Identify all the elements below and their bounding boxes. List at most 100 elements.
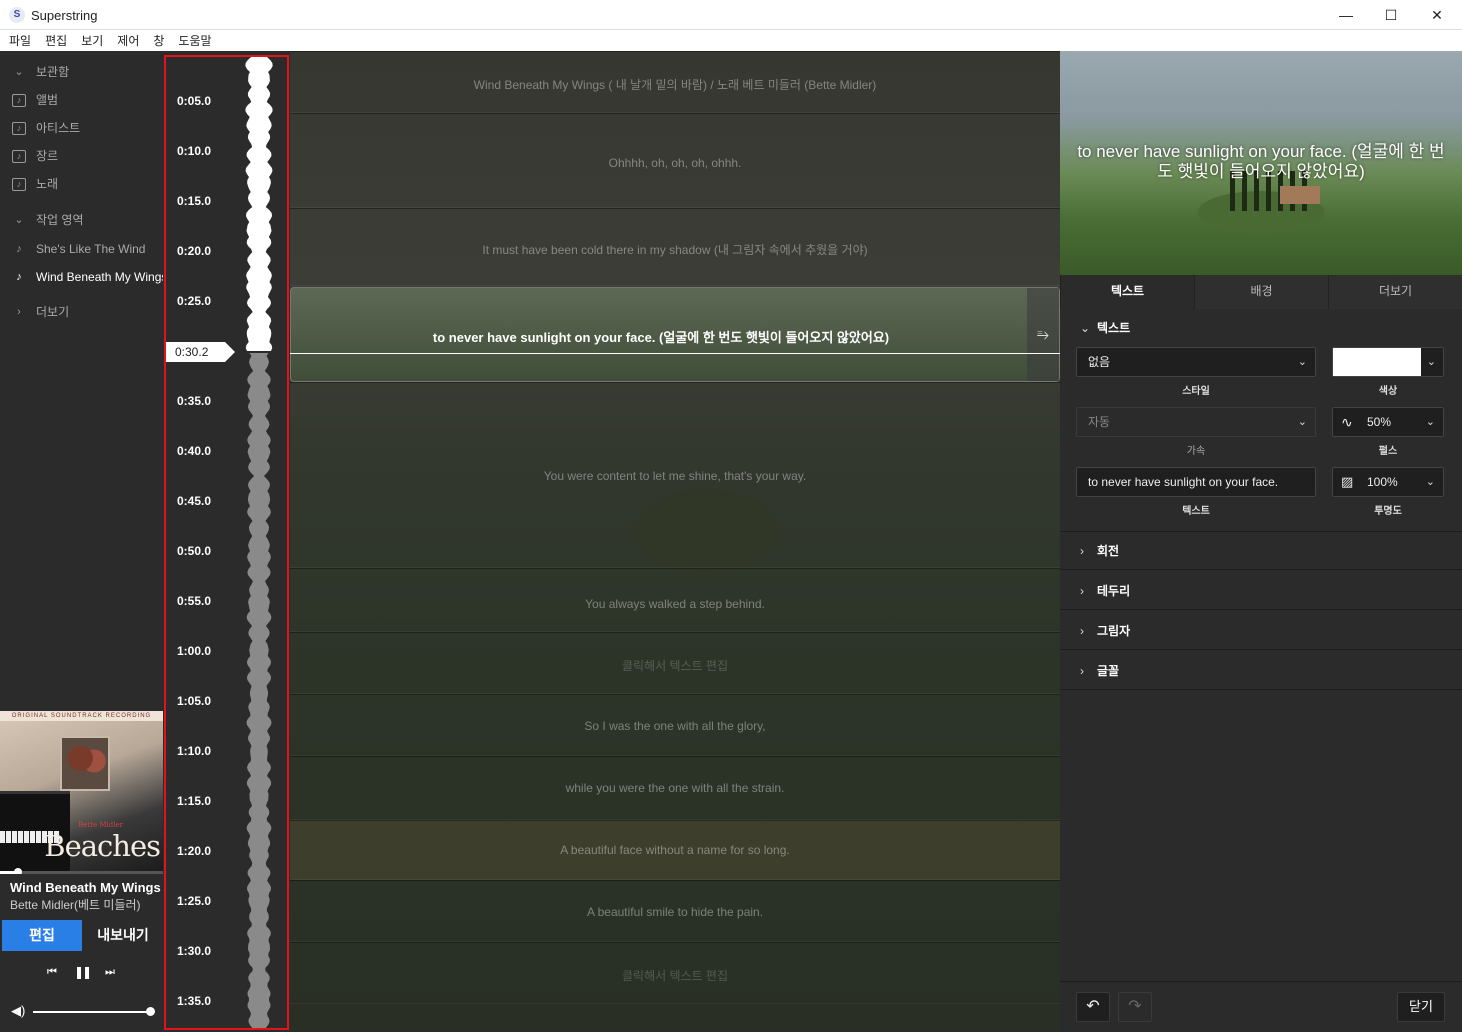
menu-help[interactable]: 도움말: [173, 30, 216, 49]
color-picker[interactable]: ⌄: [1332, 347, 1444, 377]
pause-button[interactable]: ❚❚: [72, 962, 92, 982]
tab-background[interactable]: 배경: [1194, 275, 1328, 309]
sidebar-section-library[interactable]: ⌄ 보관함: [0, 59, 163, 85]
active-lyric-text[interactable]: to never have sunlight on your face. (얼굴…: [291, 327, 1031, 346]
waveform-played: [245, 57, 273, 351]
text-label: 텍스트: [1182, 506, 1210, 517]
lyric-block[interactable]: So I was the one with all the glory,: [290, 694, 1060, 756]
lyric-block[interactable]: A beautiful smile to hide the pain.: [290, 880, 1060, 942]
tab-more[interactable]: 더보기: [1328, 275, 1462, 309]
next-track-button[interactable]: ⏭: [100, 962, 120, 982]
preview-house-image: [1280, 186, 1320, 204]
volume-slider[interactable]: [33, 1011, 150, 1013]
lyric-text[interactable]: You were content to let me shine, that's…: [290, 469, 1060, 483]
previous-track-button[interactable]: ⏮: [42, 962, 62, 982]
style-select-value: 없음: [1088, 355, 1111, 369]
sidebar-item-songs[interactable]: ♪ 노래: [0, 171, 163, 197]
lyric-text[interactable]: A beautiful smile to hide the pain.: [290, 905, 1060, 919]
section-border-header[interactable]: › 테두리: [1060, 572, 1462, 610]
section-rotation-header[interactable]: › 회전: [1060, 532, 1462, 570]
waveform-timeline[interactable]: 0:05.0 0:10.0 0:15.0 0:20.0 0:25.0 0:35.0 0:40…: [163, 51, 290, 1032]
redo-button[interactable]: ↷: [1118, 992, 1152, 1022]
lyric-block[interactable]: You were content to let me shine, that's…: [290, 382, 1060, 568]
song-icon: ♪: [11, 171, 27, 197]
timeline-tick-label: 0:20.0: [177, 244, 212, 258]
menu-file[interactable]: 파일: [4, 30, 36, 49]
lyric-block[interactable]: Ohhhh, oh, oh, oh, ohhh.: [290, 113, 1060, 208]
lyric-text[interactable]: So I was the one with all the glory,: [290, 719, 1060, 733]
lyric-block[interactable]: It must have been cold there in my shado…: [290, 208, 1060, 286]
lyric-block[interactable]: A beautiful face without a name for so l…: [290, 820, 1060, 880]
section-shadow-header[interactable]: › 그림자: [1060, 612, 1462, 650]
lyric-text[interactable]: while you were the one with all the stra…: [290, 781, 1060, 795]
pulse-value: 50%: [1367, 415, 1392, 429]
color-swatch[interactable]: [1333, 348, 1421, 376]
sidebar-item-label: Wind Beneath My Wings: [36, 270, 163, 284]
lyrics-mode-label: 가속: [1186, 446, 1206, 457]
opacity-select[interactable]: ▨ 100% ⌄: [1332, 467, 1444, 497]
close-panel-button[interactable]: 닫기: [1397, 992, 1445, 1022]
menu-edit[interactable]: 편집: [40, 30, 72, 49]
lyric-text[interactable]: It must have been cold there in my shado…: [290, 241, 1060, 258]
text-input[interactable]: to never have sunlight on your face.: [1076, 467, 1316, 497]
sidebar-item-workspace-song[interactable]: ♪ She's Like The Wind: [0, 236, 163, 262]
lyric-block[interactable]: You always walked a step behind.: [290, 568, 1060, 632]
property-tabs: 텍스트 배경 더보기: [1060, 275, 1462, 309]
lyric-text[interactable]: Ohhhh, oh, oh, oh, ohhh.: [290, 156, 1060, 170]
lyrics-editor: Wind Beneath My Wings ( 내 날개 밑의 바람) / 노래…: [290, 51, 1060, 1032]
sidebar-section-workspace[interactable]: ⌄ 작업 영역: [0, 207, 163, 233]
active-lyric-block[interactable]: to never have sunlight on your face. (얼굴…: [290, 287, 1060, 382]
menu-view[interactable]: 보기: [76, 30, 108, 49]
lyrics-mode-value: 자동: [1088, 415, 1111, 429]
playhead-marker[interactable]: 0:30.2: [165, 342, 237, 364]
lyric-block[interactable]: 클릭해서 텍스트 편집: [290, 942, 1060, 1004]
lyric-block[interactable]: Wind Beneath My Wings ( 내 날개 밑의 바람) / 노래…: [290, 51, 1060, 113]
volume-icon[interactable]: ◀): [11, 1003, 25, 1019]
minimize-button[interactable]: —: [1323, 0, 1369, 30]
edit-mode-button[interactable]: 편집: [2, 920, 82, 951]
style-label: 스타일: [1182, 386, 1210, 397]
sidebar-section-more[interactable]: › 더보기: [0, 299, 163, 325]
maximize-button[interactable]: ☐: [1368, 0, 1414, 30]
section-font-header[interactable]: › 글꼴: [1060, 652, 1462, 690]
undo-button[interactable]: ↶: [1076, 992, 1110, 1022]
lyrics-mode-select[interactable]: 자동 ⌄: [1076, 407, 1316, 437]
timeline-tick-label: 1:15.0: [177, 794, 212, 808]
album-artist-script: Bette Midler: [78, 821, 123, 829]
lyric-block[interactable]: while you were the one with all the stra…: [290, 756, 1060, 820]
timeline-tick-label: 0:15.0: [177, 194, 212, 208]
text-input-value[interactable]: to never have sunlight on your face.: [1088, 475, 1278, 489]
window-title: Superstring: [31, 8, 98, 23]
lyric-block[interactable]: 클릭해서 텍스트 편집: [290, 632, 1060, 694]
sidebar-item-albums[interactable]: ♪ 앨범: [0, 87, 163, 113]
chevron-down-icon: ⌄: [1297, 356, 1307, 368]
app-logo-icon: S: [9, 7, 25, 23]
volume-knob[interactable]: [146, 1007, 155, 1016]
lyric-placeholder-text[interactable]: 클릭해서 텍스트 편집: [290, 967, 1060, 984]
lyric-text[interactable]: Wind Beneath My Wings ( 내 날개 밑의 바람) / 노래…: [290, 76, 1060, 93]
audio-waveform[interactable]: [236, 57, 286, 1029]
pulse-label: 펄스: [1378, 446, 1398, 457]
sidebar-item-genres[interactable]: ♪ 장르: [0, 143, 163, 169]
pulse-icon: ∿: [1341, 414, 1353, 430]
lyric-text[interactable]: You always walked a step behind.: [290, 597, 1060, 611]
lyric-text[interactable]: A beautiful face without a name for so l…: [290, 843, 1060, 857]
drag-handle-icon[interactable]: ⥱: [1027, 288, 1059, 381]
export-mode-button[interactable]: 내보내기: [83, 920, 163, 951]
section-text-header[interactable]: ⌄ 텍스트: [1060, 309, 1462, 347]
lyric-placeholder-text[interactable]: 클릭해서 텍스트 편집: [290, 657, 1060, 674]
pulse-select[interactable]: ∿ 50% ⌄: [1332, 407, 1444, 437]
tab-text[interactable]: 텍스트: [1060, 275, 1194, 309]
close-window-button[interactable]: ✕: [1414, 0, 1460, 30]
sidebar-item-workspace-song-active[interactable]: ♪ Wind Beneath My Wings: [0, 264, 163, 290]
sidebar-item-label: 아티스트: [36, 121, 81, 135]
timeline-tick-label: 1:25.0: [177, 894, 212, 908]
chevron-right-icon: ›: [17, 306, 21, 318]
playhead-line: [290, 353, 1060, 354]
menu-control[interactable]: 제어: [112, 30, 144, 49]
menu-window[interactable]: 창: [148, 30, 169, 49]
section-title: 그림자: [1097, 624, 1131, 638]
sidebar-item-artists[interactable]: ♪ 아티스트: [0, 115, 163, 141]
music-note-icon: ♪: [16, 243, 22, 255]
style-select[interactable]: 없음 ⌄: [1076, 347, 1316, 377]
